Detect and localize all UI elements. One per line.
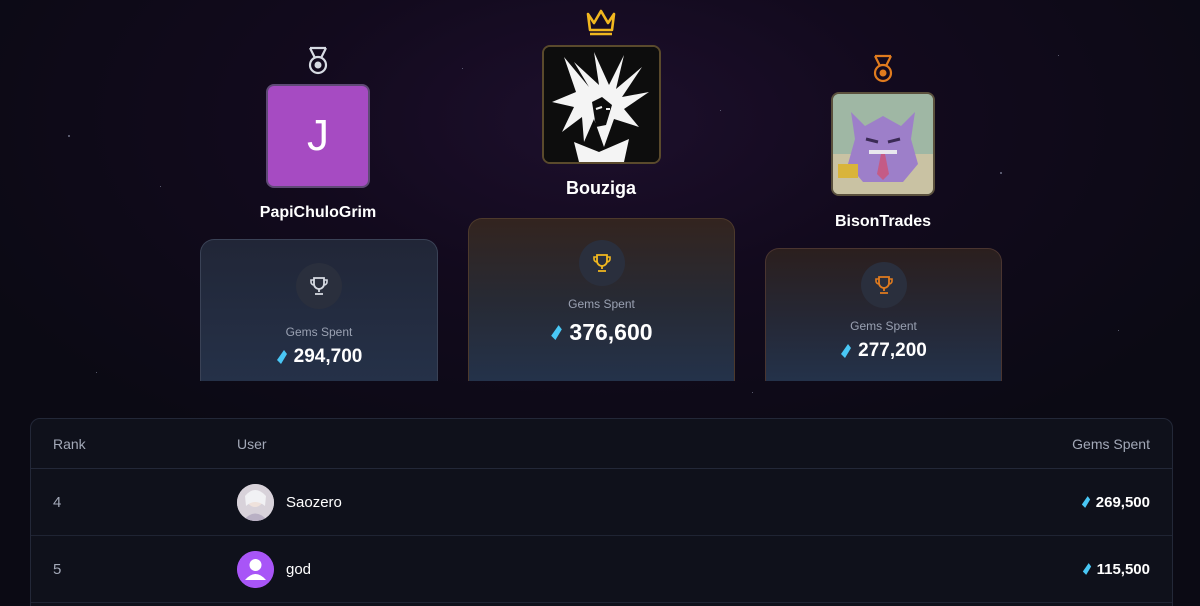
- gems-amount: 115,500: [1096, 560, 1150, 578]
- default-avatar-icon[interactable]: [237, 550, 274, 588]
- gems-amount: 294,700: [293, 346, 363, 367]
- trophy-icon: [860, 262, 907, 308]
- table-header: Rank User Gems Spent: [31, 419, 1172, 469]
- podium-third-place: BisonTrades: [783, 54, 983, 231]
- avatar-image: [833, 94, 933, 194]
- gems-amount: 269,500: [1095, 493, 1150, 511]
- leaderboard-table: Rank User Gems Spent 4 Saozero 269,500 5: [30, 418, 1173, 606]
- avatar[interactable]: J: [266, 84, 370, 188]
- rank-cell: 4: [53, 493, 62, 511]
- username[interactable]: BisonTrades: [835, 213, 931, 231]
- trophy-icon: [578, 240, 625, 286]
- gems-value: 277,200: [840, 340, 927, 362]
- user-column-header: User: [237, 435, 267, 452]
- table-row[interactable]: 5 god 115,500: [31, 536, 1172, 603]
- gems-spent-label: Gems Spent: [850, 319, 917, 333]
- gem-icon: [1081, 496, 1090, 508]
- gems-cell: 115,500: [1082, 561, 1150, 578]
- gems-value: 376,600: [550, 319, 653, 346]
- avatar[interactable]: [831, 92, 935, 196]
- gems-amount: 376,600: [569, 319, 653, 345]
- username[interactable]: god: [286, 561, 311, 578]
- podium-card-third: Gems Spent 277,200: [765, 248, 1002, 381]
- crown-icon: [584, 6, 618, 36]
- podium-card-first: Gems Spent 376,600: [468, 218, 735, 381]
- gems-column-header: Gems Spent: [1072, 435, 1150, 452]
- user-cell: god: [237, 550, 311, 588]
- podium-card-second: Gems Spent 294,700: [200, 239, 438, 381]
- gem-icon: [551, 325, 563, 340]
- bronze-medal-icon: [869, 54, 897, 84]
- trophy-icon: [296, 263, 342, 309]
- gems-spent-label: Gems Spent: [285, 325, 353, 339]
- gem-icon: [276, 350, 287, 364]
- gem-icon: [841, 344, 852, 358]
- table-row[interactable]: 4 Saozero 269,500: [31, 469, 1172, 536]
- user-cell: Saozero: [237, 483, 342, 521]
- gems-cell: 269,500: [1081, 494, 1150, 511]
- avatar[interactable]: [237, 483, 274, 521]
- rank-column-header: Rank: [53, 435, 86, 452]
- gems-value: 294,700: [276, 346, 363, 368]
- rank-cell: 5: [53, 560, 62, 578]
- gems-amount: 277,200: [858, 340, 927, 361]
- podium: J PapiChuloGrim Gems Spent 294,700 Bouzi…: [0, 0, 1200, 400]
- podium-second-place: J PapiChuloGrim: [218, 46, 418, 222]
- username[interactable]: Saozero: [286, 494, 342, 511]
- gem-icon: [1082, 563, 1091, 575]
- podium-first-place: Bouziga: [501, 6, 701, 199]
- silver-medal-icon: [304, 46, 332, 76]
- gems-spent-label: Gems Spent: [568, 297, 635, 311]
- username[interactable]: Bouziga: [566, 178, 636, 199]
- avatar[interactable]: [541, 45, 661, 164]
- avatar-letter: J: [307, 111, 329, 160]
- username[interactable]: PapiChuloGrim: [260, 204, 376, 222]
- avatar-image: [543, 47, 659, 162]
